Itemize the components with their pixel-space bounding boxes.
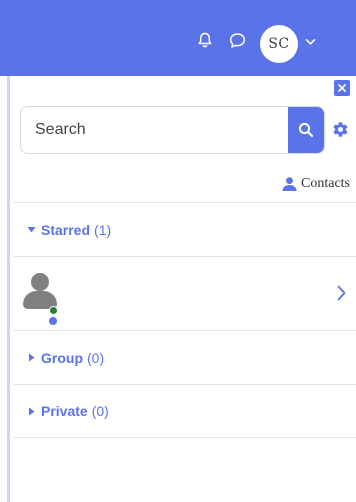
- section-count: (1): [94, 221, 112, 238]
- section-label: Starred: [41, 221, 91, 238]
- avatar-head: [31, 272, 49, 291]
- person-icon: [282, 177, 297, 191]
- close-panel-button[interactable]: [334, 80, 350, 96]
- contacts-link[interactable]: Contacts: [282, 176, 350, 192]
- section-group[interactable]: Group (0): [13, 330, 356, 384]
- user-avatar[interactable]: SC: [260, 25, 298, 63]
- section-starred[interactable]: Starred (1): [13, 202, 356, 256]
- caret-down-icon: [27, 227, 36, 233]
- gear-icon[interactable]: [332, 121, 349, 138]
- section-label: Group: [41, 349, 83, 366]
- close-icon: [338, 84, 346, 92]
- section-count: (0): [87, 349, 105, 366]
- panel-resize-rail: [0, 76, 10, 502]
- secondary-status-dot: [49, 316, 57, 325]
- chevron-down-icon[interactable]: [305, 38, 316, 46]
- search-box: [20, 106, 325, 154]
- chevron-right-icon[interactable]: [337, 285, 346, 301]
- caret-right-icon: [29, 407, 35, 415]
- bell-icon[interactable]: [197, 32, 213, 48]
- avatar-initials: SC: [268, 36, 290, 52]
- top-bar: SC: [0, 0, 356, 76]
- search-input[interactable]: [21, 107, 289, 153]
- search-button[interactable]: [288, 107, 324, 153]
- caret-right-icon: [29, 353, 35, 362]
- online-status-dot: [49, 305, 58, 315]
- contact-avatar: [23, 272, 58, 325]
- search-icon: [298, 122, 314, 138]
- list-item-contact[interactable]: [13, 256, 356, 330]
- contacts-label: Contacts: [301, 176, 350, 191]
- section-private[interactable]: Private (0): [13, 384, 356, 438]
- section-count: (0): [91, 403, 109, 419]
- section-label: Private: [41, 403, 88, 419]
- chat-bubble-icon[interactable]: [229, 32, 246, 49]
